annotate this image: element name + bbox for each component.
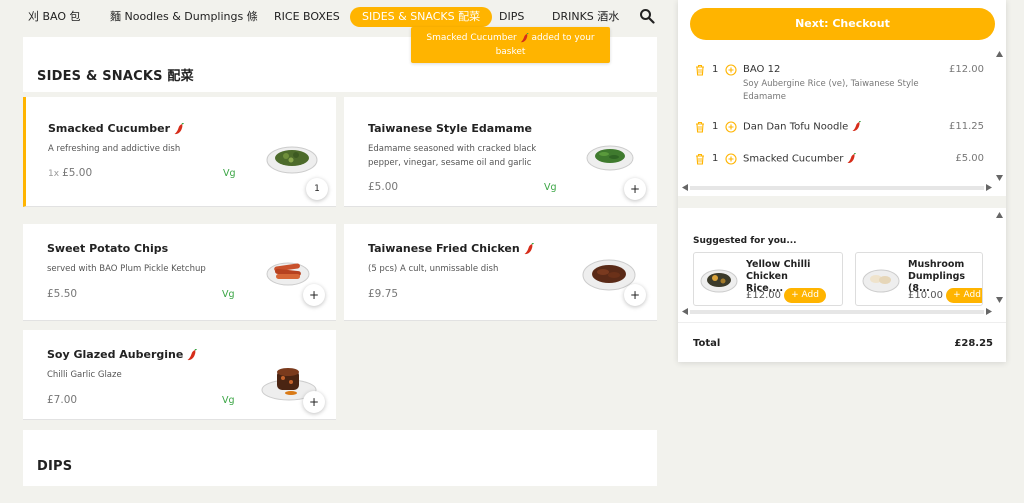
menu-item-price: £5.50 <box>47 288 78 300</box>
menu-item-price: £5.00 <box>368 181 399 193</box>
basket-item-name: BAO 12 <box>743 64 781 75</box>
food-image <box>266 146 318 174</box>
divider <box>678 322 1006 323</box>
nav-item-drinks[interactable]: DRINKS 酒水 <box>552 7 619 27</box>
vegan-tag: Vg <box>223 168 236 179</box>
menu-item-name: Taiwanese Style Edamame <box>368 122 533 135</box>
total-label: Total <box>693 338 721 349</box>
dips-section-header: DIPS <box>23 430 657 486</box>
food-image <box>266 262 310 286</box>
menu-item-desc: served with BAO Plum Pickle Ketchup <box>47 264 206 274</box>
trash-icon[interactable] <box>694 64 706 76</box>
suggestion-card[interactable]: Mushroom Dumplings (8... £10.00 + Add <box>855 252 983 306</box>
menu-item-name: Smacked Cucumber <box>48 122 184 135</box>
basket-item-qty: 1 <box>712 121 719 132</box>
basket-item: 1 BAO 12 Soy Aubergine Rice (ve), Taiwan… <box>694 64 984 108</box>
basket-item-price: £5.00 <box>955 153 984 164</box>
menu-item-name: Soy Glazed Aubergine <box>47 348 198 361</box>
nav-item-noodles-dumplings[interactable]: 麵 Noodles & Dumplings 條 <box>110 7 258 27</box>
vegan-tag: Vg <box>222 289 235 300</box>
menu-item-qty: 1x <box>48 169 60 179</box>
plus-circle-icon[interactable] <box>725 64 737 76</box>
suggestion-price: £12.00 <box>746 290 781 301</box>
nav-item-dips[interactable]: DIPS <box>499 7 524 27</box>
section-title-sides: SIDES & SNACKS 配菜 <box>37 69 194 84</box>
menu-item-card[interactable]: Taiwanese Fried Chicken (5 pcs) A cult, … <box>344 224 657 321</box>
suggestion-card[interactable]: Yellow Chilli Chicken Rice,... £12.00 + … <box>693 252 843 306</box>
horizontal-scrollbar[interactable] <box>690 310 984 314</box>
vegan-tag: Vg <box>222 395 235 406</box>
item-count-button[interactable]: 1 <box>306 178 328 200</box>
food-image <box>700 269 738 293</box>
suggestion-add-button[interactable]: + Add <box>946 288 982 303</box>
menu-item-price: £7.00 <box>47 394 78 406</box>
basket-item: 1 Dan Dan Tofu Noodle £11.25 <box>694 121 984 135</box>
menu-item-desc: A refreshing and addictive dish <box>48 144 181 154</box>
suggested-title: Suggested for you... <box>693 236 797 246</box>
scroll-left-arrow-icon[interactable] <box>682 308 688 315</box>
menu-item-price: 1x £5.00 <box>48 167 93 179</box>
nav-item-rice-boxes[interactable]: RICE BOXES <box>274 7 340 27</box>
horizontal-scrollbar[interactable] <box>690 186 984 190</box>
checkout-button[interactable]: Next: Checkout <box>690 8 995 40</box>
suggestion-add-button[interactable]: + Add <box>784 288 826 303</box>
food-image <box>862 269 900 293</box>
menu-item-desc: Edamame seasoned with cracked black pepp… <box>368 144 537 168</box>
chili-icon <box>524 243 534 255</box>
trash-icon[interactable] <box>694 121 706 133</box>
chili-icon <box>852 121 862 132</box>
add-item-button[interactable]: + <box>624 284 646 306</box>
add-item-button[interactable]: + <box>624 178 646 200</box>
chili-icon <box>520 31 529 42</box>
section-title-dips: DIPS <box>37 459 73 474</box>
basket-item-name: Smacked Cucumber <box>743 153 857 165</box>
basket-item-options: Soy Aubergine Rice (ve), Taiwanese Style… <box>743 79 919 102</box>
scroll-right-arrow-icon[interactable] <box>986 308 992 315</box>
basket-item-qty: 1 <box>712 64 719 75</box>
scroll-down-arrow-icon[interactable] <box>996 297 1003 303</box>
menu-item-price: £9.75 <box>368 288 399 300</box>
plus-circle-icon[interactable] <box>725 153 737 165</box>
menu-item-card[interactable]: Sweet Potato Chips served with BAO Plum … <box>23 224 336 321</box>
nav-item-sides-snacks[interactable]: SIDES & SNACKS 配菜 <box>350 7 493 27</box>
basket-item-name: Dan Dan Tofu Noodle <box>743 121 862 133</box>
scroll-down-arrow-icon[interactable] <box>996 175 1003 181</box>
add-item-button[interactable]: + <box>303 284 325 306</box>
vegan-tag: Vg <box>544 182 557 193</box>
add-item-button[interactable]: + <box>303 391 325 413</box>
search-icon[interactable] <box>639 8 655 24</box>
added-to-basket-toast: Smacked Cucumber added to your basket <box>411 27 610 63</box>
menu-item-desc: Chilli Garlic Glaze <box>47 370 122 380</box>
scroll-up-arrow-icon[interactable] <box>996 212 1003 218</box>
menu-item-name: Taiwanese Fried Chicken <box>368 242 534 255</box>
basket-divider <box>678 196 1006 208</box>
basket-item-price: £11.25 <box>949 121 984 132</box>
nav-item-bao[interactable]: 刈 BAO 包 <box>28 7 81 27</box>
menu-item-card[interactable]: Soy Glazed Aubergine Chilli Garlic Glaze… <box>23 330 336 420</box>
scroll-up-arrow-icon[interactable] <box>996 51 1003 57</box>
scroll-right-arrow-icon[interactable] <box>986 184 992 191</box>
chili-icon <box>174 123 184 135</box>
scroll-left-arrow-icon[interactable] <box>682 184 688 191</box>
plus-circle-icon[interactable] <box>725 121 737 133</box>
suggestion-price: £10.00 <box>908 290 943 301</box>
basket-item: 1 Smacked Cucumber £5.00 <box>694 153 984 167</box>
trash-icon[interactable] <box>694 153 706 165</box>
chili-icon <box>187 349 198 361</box>
menu-item-card[interactable]: Smacked Cucumber A refreshing and addict… <box>23 97 336 207</box>
basket-item-qty: 1 <box>712 153 719 164</box>
food-image <box>586 145 634 171</box>
menu-item-card[interactable]: Taiwanese Style Edamame Edamame seasoned… <box>344 97 657 207</box>
basket-item-price: £12.00 <box>949 64 984 75</box>
menu-item-desc: (5 pcs) A cult, unmissable dish <box>368 264 499 274</box>
basket-panel: Next: Checkout 1 BAO 12 Soy Aubergine Ri… <box>678 0 1006 362</box>
menu-item-name: Sweet Potato Chips <box>47 242 169 255</box>
chili-icon <box>847 153 857 164</box>
total-value: £28.25 <box>954 338 993 349</box>
